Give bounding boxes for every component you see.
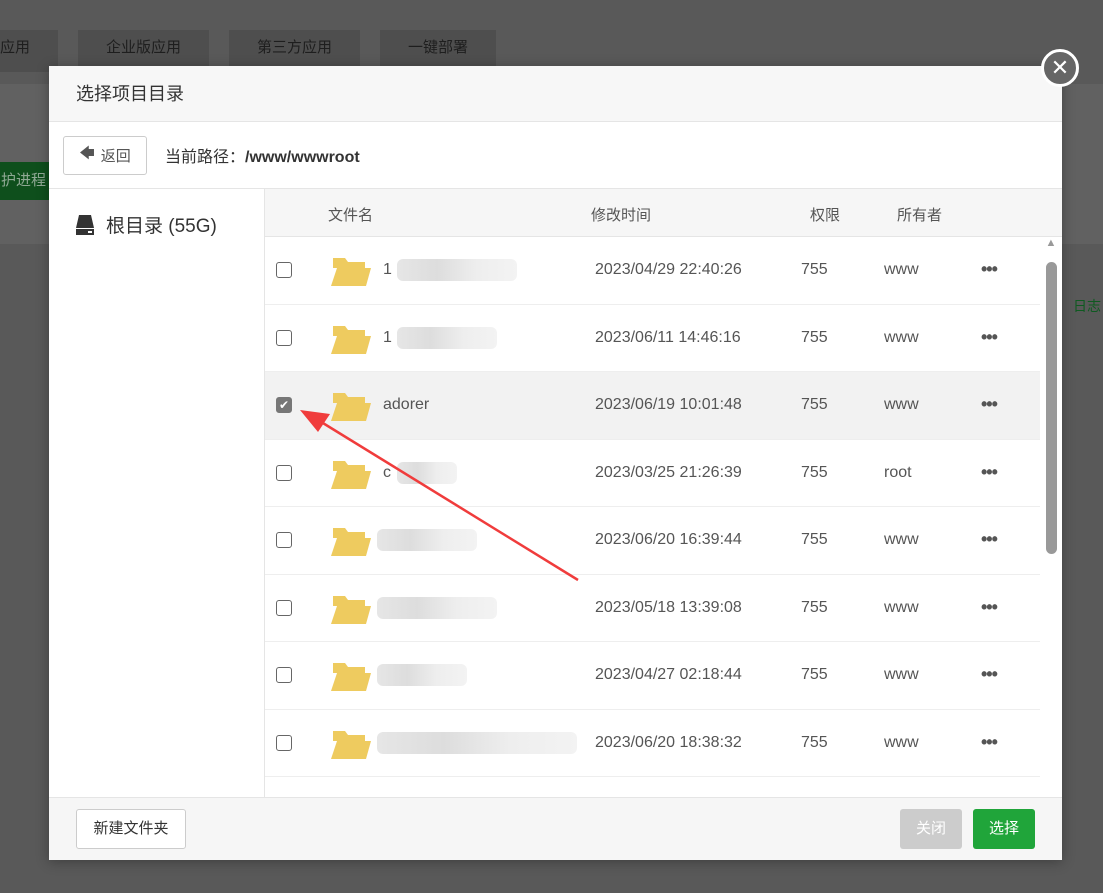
modified-time: 2023/06/19 10:01:48	[595, 396, 742, 413]
file-name[interactable]: 1	[383, 329, 392, 347]
folder-icon	[331, 663, 371, 691]
path-value: /www/wwwroot	[245, 149, 360, 166]
more-options-icon[interactable]: •••	[981, 394, 998, 415]
row-checkbox[interactable]	[276, 329, 292, 346]
table-row[interactable]: 2023/06/20 18:38:32 755 www •••	[265, 710, 1040, 777]
dialog-footer: 新建文件夹 关闭 选择	[49, 797, 1062, 860]
more-options-icon[interactable]: •••	[981, 529, 998, 550]
table-row[interactable]: c 2023/03/25 21:26:39 755 root •••	[265, 440, 1040, 507]
more-options-icon[interactable]: •••	[981, 664, 998, 685]
dialog-toolbar: 🡄 返回 当前路径：/www/wwwroot	[49, 122, 1062, 189]
more-options-icon[interactable]: •••	[981, 327, 998, 348]
bg-green-button: 护进程	[0, 162, 50, 200]
col-name: 文件名	[328, 207, 374, 224]
file-name[interactable]: c	[383, 464, 391, 482]
table-row[interactable]: ✔ adorer 2023/06/19 10:01:48 755 www •••	[265, 372, 1040, 440]
file-table: 文件名 修改时间 权限 所有者 1 2023/04/29 22:40:26 75…	[265, 189, 1062, 797]
folder-icon	[331, 460, 371, 489]
row-checkbox[interactable]	[276, 667, 292, 683]
table-row[interactable]: 2023/06/20 16:39:44 755 www •••	[265, 507, 1040, 575]
folder-icon	[331, 730, 371, 759]
col-perm: 权限	[810, 207, 841, 224]
redacted-name	[377, 664, 467, 686]
current-path: 当前路径：/www/wwwroot	[165, 143, 360, 167]
row-checkbox[interactable]: ✔	[276, 397, 292, 413]
scroll-up-icon[interactable]: ▲	[1045, 237, 1057, 249]
owner: www	[884, 531, 919, 548]
row-checkbox[interactable]	[276, 734, 292, 751]
modified-time: 2023/04/27 02:18:44	[595, 666, 742, 683]
permission: 755	[801, 261, 828, 278]
owner: www	[884, 328, 919, 346]
owner: www	[884, 666, 919, 683]
modified-time: 2023/06/20 18:38:32	[595, 733, 742, 751]
owner: www	[884, 396, 919, 413]
permission: 755	[801, 396, 828, 413]
permission: 755	[801, 733, 828, 751]
row-checkbox[interactable]	[276, 464, 292, 481]
scrollbar[interactable]: ▲	[1045, 237, 1057, 797]
root-directory-item[interactable]: 根目录 (55G)	[49, 189, 265, 797]
hard-drive-icon	[76, 215, 94, 235]
back-arrow-icon: 🡄	[79, 144, 95, 162]
back-label: 返回	[100, 147, 131, 165]
select-directory-dialog: 选择项目目录 🡄 返回 当前路径：/www/wwwroot 根目录 (55G) …	[49, 66, 1062, 860]
back-button[interactable]: 🡄 返回	[63, 135, 147, 175]
permission: 755	[801, 598, 828, 616]
more-options-icon[interactable]: •••	[981, 597, 998, 618]
row-checkbox[interactable]	[276, 599, 292, 616]
dialog-title: 选择项目目录	[49, 66, 1062, 122]
redacted-name	[377, 596, 497, 619]
modified-time: 2023/06/20 16:39:44	[595, 531, 742, 548]
folder-icon	[331, 595, 371, 624]
owner: www	[884, 261, 919, 278]
redacted-name	[377, 731, 577, 754]
more-options-icon[interactable]: •••	[981, 732, 998, 753]
folder-icon	[331, 325, 371, 354]
redacted-name	[397, 326, 497, 349]
new-folder-button[interactable]: 新建文件夹	[76, 809, 186, 849]
folder-icon	[331, 258, 371, 286]
scrollbar-thumb[interactable]	[1046, 262, 1057, 554]
table-row[interactable]: 2023/04/27 02:18:44 755 www •••	[265, 642, 1040, 710]
file-name[interactable]: adorer	[383, 396, 429, 414]
modified-time: 2023/03/25 21:26:39	[595, 463, 742, 481]
more-options-icon[interactable]: •••	[981, 259, 998, 280]
folder-icon	[331, 393, 371, 421]
redacted-name	[397, 461, 457, 484]
select-button[interactable]: 选择	[973, 809, 1035, 849]
modified-time: 2023/06/11 14:46:16	[595, 328, 741, 346]
permission: 755	[801, 531, 828, 548]
root-label: 根目录 (55G)	[106, 216, 217, 237]
row-checkbox[interactable]	[276, 262, 292, 278]
owner: www	[884, 598, 919, 616]
table-row[interactable]: 1 2023/04/29 22:40:26 755 www •••	[265, 237, 1040, 305]
path-label: 当前路径：	[165, 149, 246, 166]
close-button[interactable]: 关闭	[900, 809, 962, 849]
owner: root	[884, 463, 912, 481]
close-dialog-icon[interactable]: ✕	[1041, 49, 1079, 87]
table-row[interactable]: 1 2023/06/11 14:46:16 755 www •••	[265, 305, 1040, 372]
col-time: 修改时间	[591, 207, 652, 224]
redacted-name	[397, 259, 517, 281]
more-options-icon[interactable]: •••	[981, 462, 998, 483]
permission: 755	[801, 666, 828, 683]
permission: 755	[801, 328, 828, 346]
owner: www	[884, 733, 919, 751]
col-owner: 所有者	[897, 207, 943, 224]
table-row[interactable]: 2023/05/18 13:39:08 755 www •••	[265, 575, 1040, 642]
folder-icon	[331, 528, 371, 556]
row-checkbox[interactable]	[276, 532, 292, 548]
modified-time: 2023/04/29 22:40:26	[595, 261, 742, 278]
bg-log-link: 日志	[1073, 298, 1101, 314]
modified-time: 2023/05/18 13:39:08	[595, 598, 742, 616]
file-name[interactable]: 1	[383, 261, 392, 279]
redacted-name	[377, 529, 477, 551]
permission: 755	[801, 463, 828, 481]
table-header: 文件名 修改时间 权限 所有者	[265, 189, 1062, 237]
